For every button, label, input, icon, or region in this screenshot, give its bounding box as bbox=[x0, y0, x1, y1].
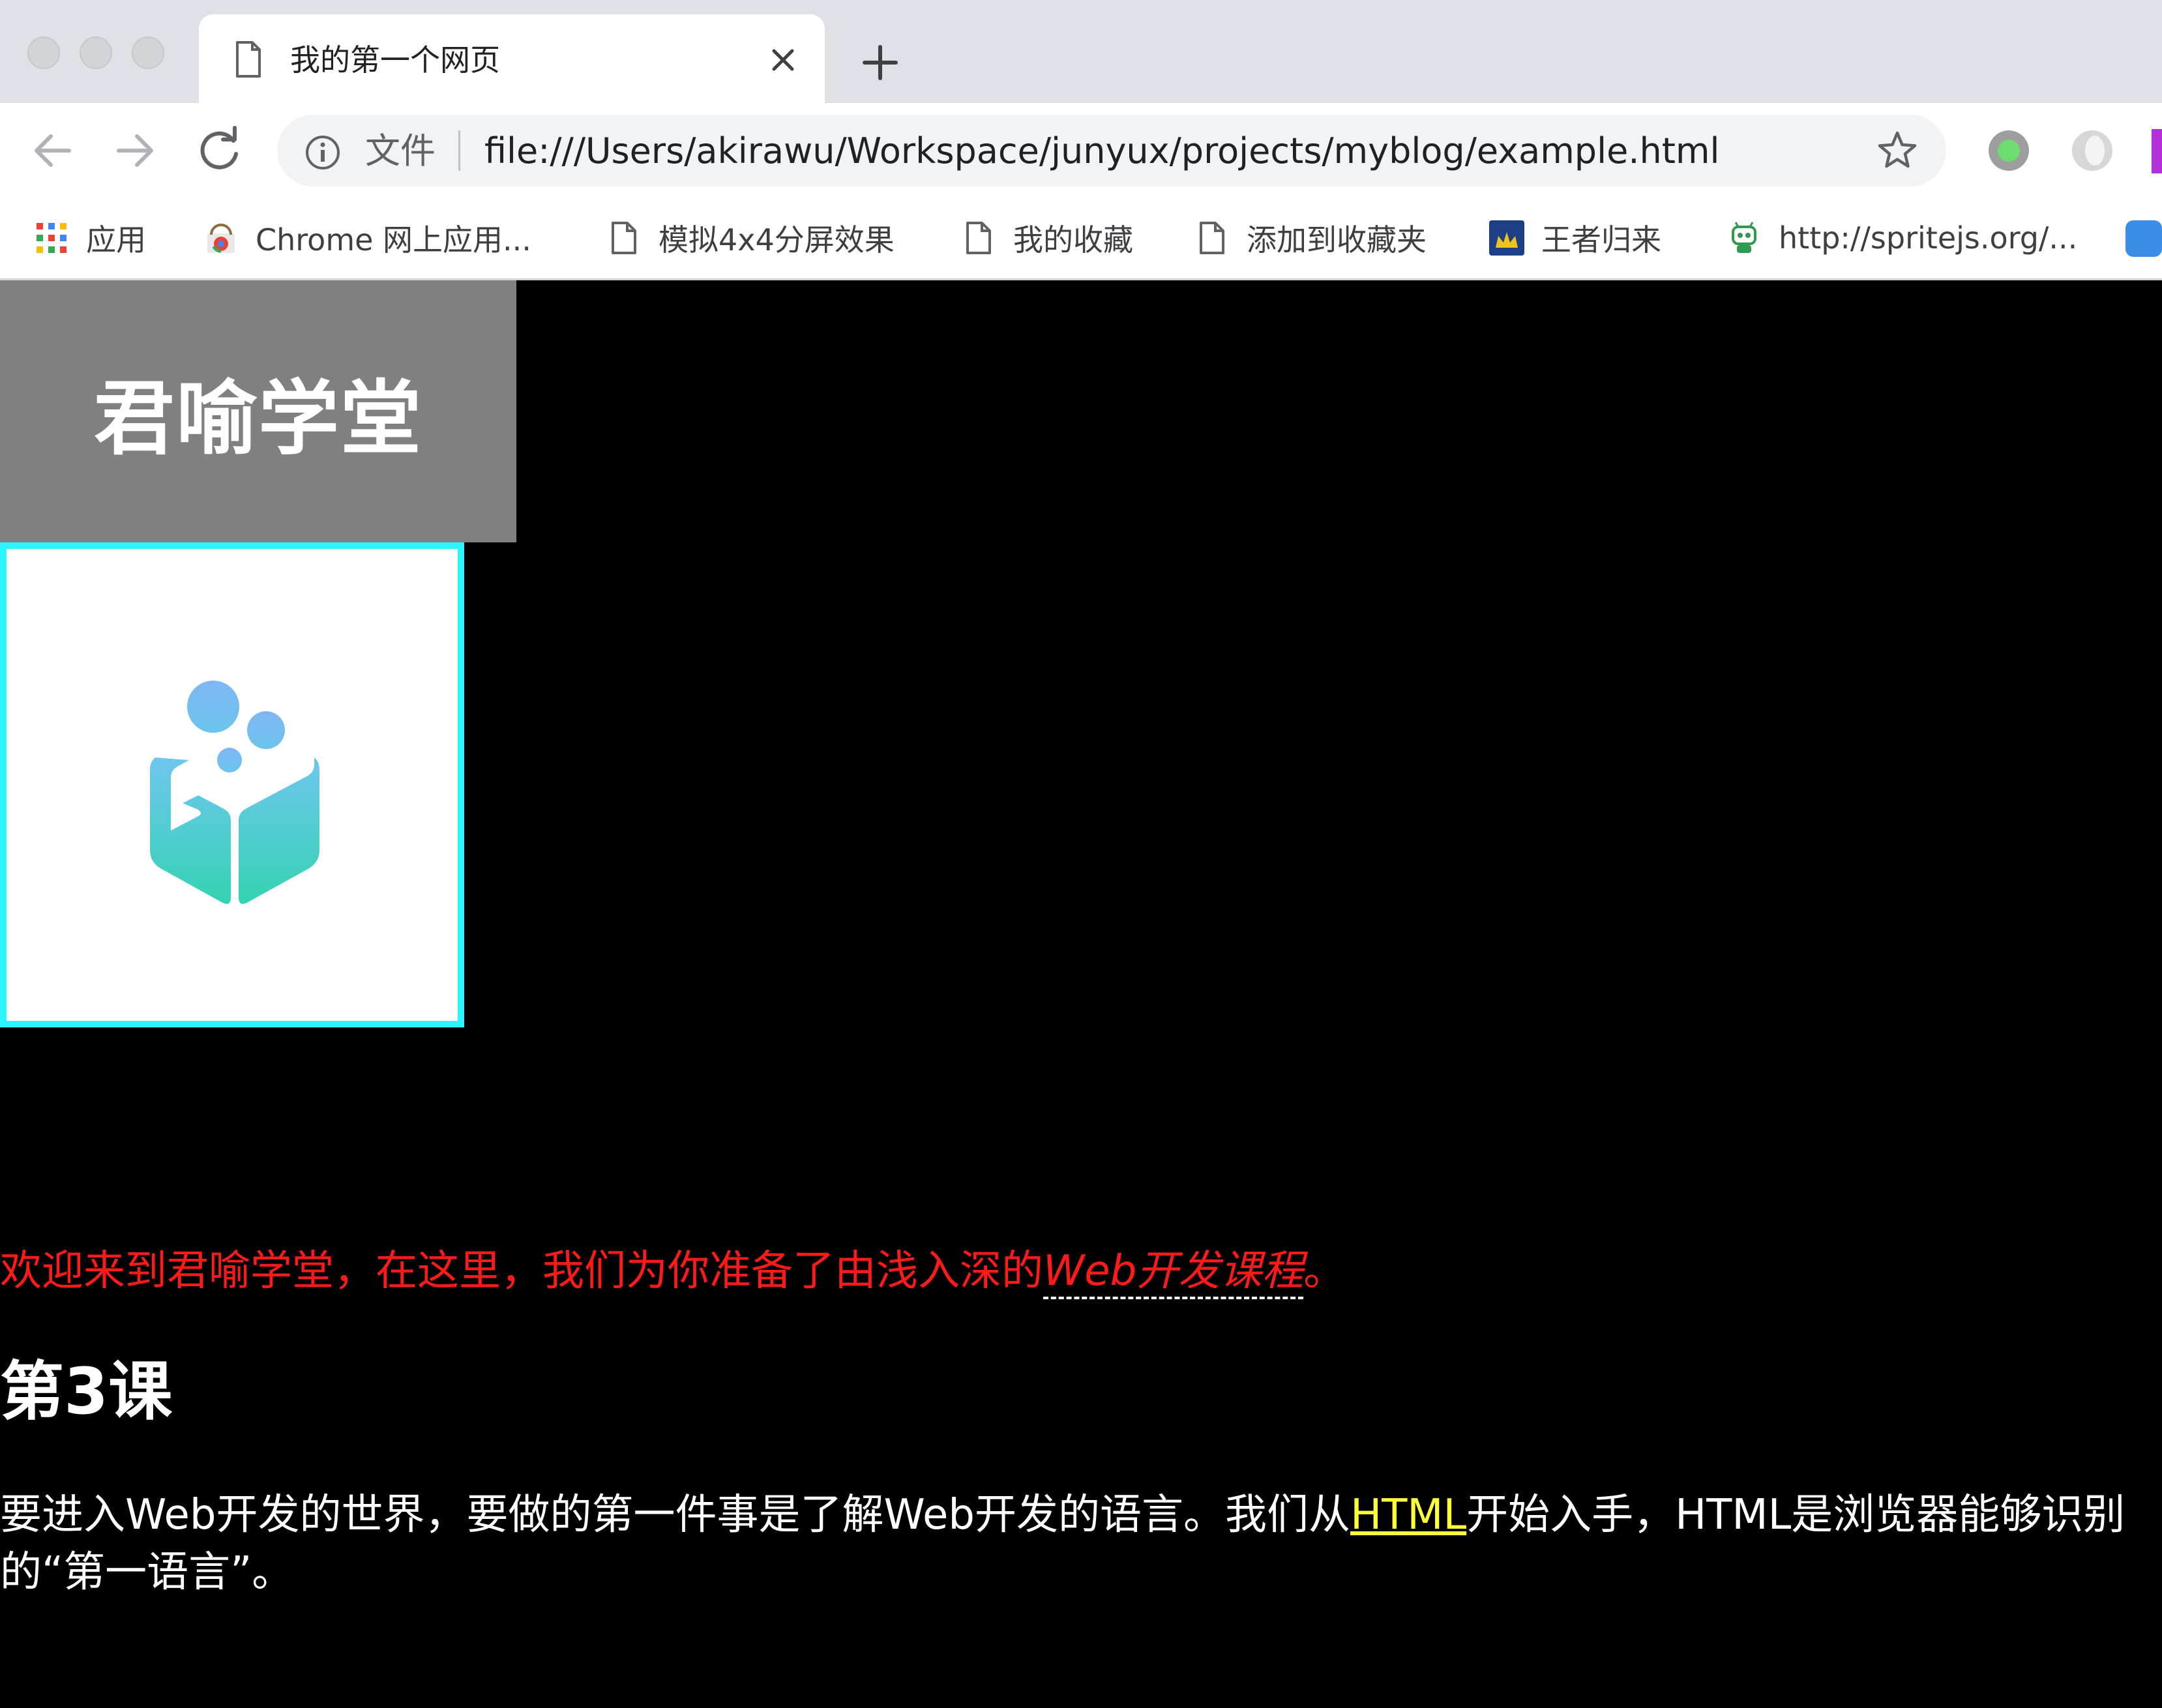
bookmark-label: 应用 bbox=[86, 222, 146, 258]
intro-end: 。 bbox=[1303, 1247, 1346, 1295]
course-abbr: Web开发课程 bbox=[1043, 1247, 1304, 1299]
intro-paragraph: 欢迎来到君喻学堂，在这里，我们为你准备了由浅入深的Web开发课程。 bbox=[0, 1239, 1345, 1304]
bookmark-item[interactable]: 添加到收藏夹 bbox=[1194, 215, 1427, 261]
extension-icon[interactable] bbox=[2072, 130, 2112, 171]
bookmark-label: 王者归来 bbox=[1541, 222, 1661, 258]
back-icon[interactable] bbox=[23, 121, 82, 180]
body-text-before: 要进入Web开发的世界，要做的第一件事是了解Web开发的语言。我们从 bbox=[0, 1491, 1351, 1539]
bookmark-label: 添加到收藏夹 bbox=[1247, 222, 1427, 258]
tab-strip: 我的第一个网页 bbox=[0, 0, 2162, 103]
window-minimize-button[interactable] bbox=[80, 37, 112, 69]
lesson-title: 第3课 bbox=[0, 1355, 173, 1429]
crown-icon bbox=[1489, 220, 1524, 256]
reload-icon[interactable] bbox=[190, 121, 249, 180]
web-page: 君喻学堂 欢迎来到君喻学堂，在这里，我们为你准备了由浅入深的Web开发课程。 第… bbox=[0, 280, 2162, 1708]
page-icon bbox=[236, 41, 261, 78]
url-text[interactable]: file:///Users/akirawu/Workspace/junyux/p… bbox=[484, 130, 1719, 172]
browser-toolbar: 文件 file:///Users/akirawu/Workspace/junyu… bbox=[0, 103, 2162, 198]
robot-icon bbox=[1732, 222, 1756, 253]
new-tab-icon[interactable] bbox=[854, 37, 906, 89]
site-header: 君喻学堂 bbox=[0, 280, 516, 542]
apps-grid-icon bbox=[37, 223, 67, 253]
page-icon bbox=[966, 222, 991, 254]
address-bar[interactable]: 文件 file:///Users/akirawu/Workspace/junyu… bbox=[277, 115, 1946, 186]
bookmark-chrome-webstore[interactable]: Chrome 网上应用... bbox=[203, 215, 531, 261]
bookmark-item[interactable]: 王者归来 bbox=[1489, 215, 1661, 261]
bookmark-apps[interactable]: 应用 bbox=[34, 215, 146, 261]
security-label: 文件 bbox=[365, 130, 436, 171]
chrome-webstore-icon bbox=[207, 224, 235, 253]
bookmark-star-icon[interactable] bbox=[1874, 128, 1920, 173]
intro-text: 欢迎来到君喻学堂，在这里，我们为你准备了由浅入深的 bbox=[0, 1247, 1043, 1295]
bookmark-label: 模拟4x4分屏效果 bbox=[659, 222, 895, 258]
lesson-paragraph: 要进入Web开发的世界，要做的第一件事是了解Web开发的语言。我们从HTML开始… bbox=[0, 1486, 2132, 1601]
window-close-button[interactable] bbox=[27, 37, 60, 69]
bookmarks-bar: 应用 Chrome 网上应用... 模拟4x4分屏效果 我的收藏 添加到收藏夹 bbox=[0, 198, 2162, 280]
extension-icon[interactable] bbox=[1989, 130, 2029, 171]
bookmark-label: http://spritejs.org/... bbox=[1779, 220, 2078, 256]
browser-tab[interactable]: 我的第一个网页 bbox=[199, 14, 825, 103]
tab-title: 我的第一个网页 bbox=[290, 42, 500, 78]
window-zoom-button[interactable] bbox=[132, 37, 164, 69]
address-separator bbox=[458, 130, 460, 171]
bookmark-item[interactable]: http://spritejs.org/... bbox=[1726, 215, 2077, 261]
bookmark-label: 我的收藏 bbox=[1013, 222, 1133, 258]
bookmark-item[interactable]: 我的收藏 bbox=[961, 215, 1133, 261]
html-link[interactable]: HTML bbox=[1350, 1491, 1466, 1539]
extension-icon[interactable] bbox=[2152, 129, 2162, 173]
forward-icon[interactable] bbox=[106, 121, 164, 180]
site-title: 君喻学堂 bbox=[93, 372, 422, 466]
cube-logo-icon bbox=[150, 681, 319, 904]
bookmark-item[interactable]: 模拟4x4分屏效果 bbox=[606, 215, 895, 261]
page-icon bbox=[1200, 222, 1224, 254]
close-icon[interactable] bbox=[760, 37, 807, 83]
bookmark-overflow-icon[interactable] bbox=[2125, 220, 2162, 257]
logo-image bbox=[0, 542, 464, 1027]
info-icon[interactable] bbox=[304, 134, 341, 171]
page-icon bbox=[612, 222, 636, 254]
bookmark-label: Chrome 网上应用... bbox=[256, 222, 531, 258]
